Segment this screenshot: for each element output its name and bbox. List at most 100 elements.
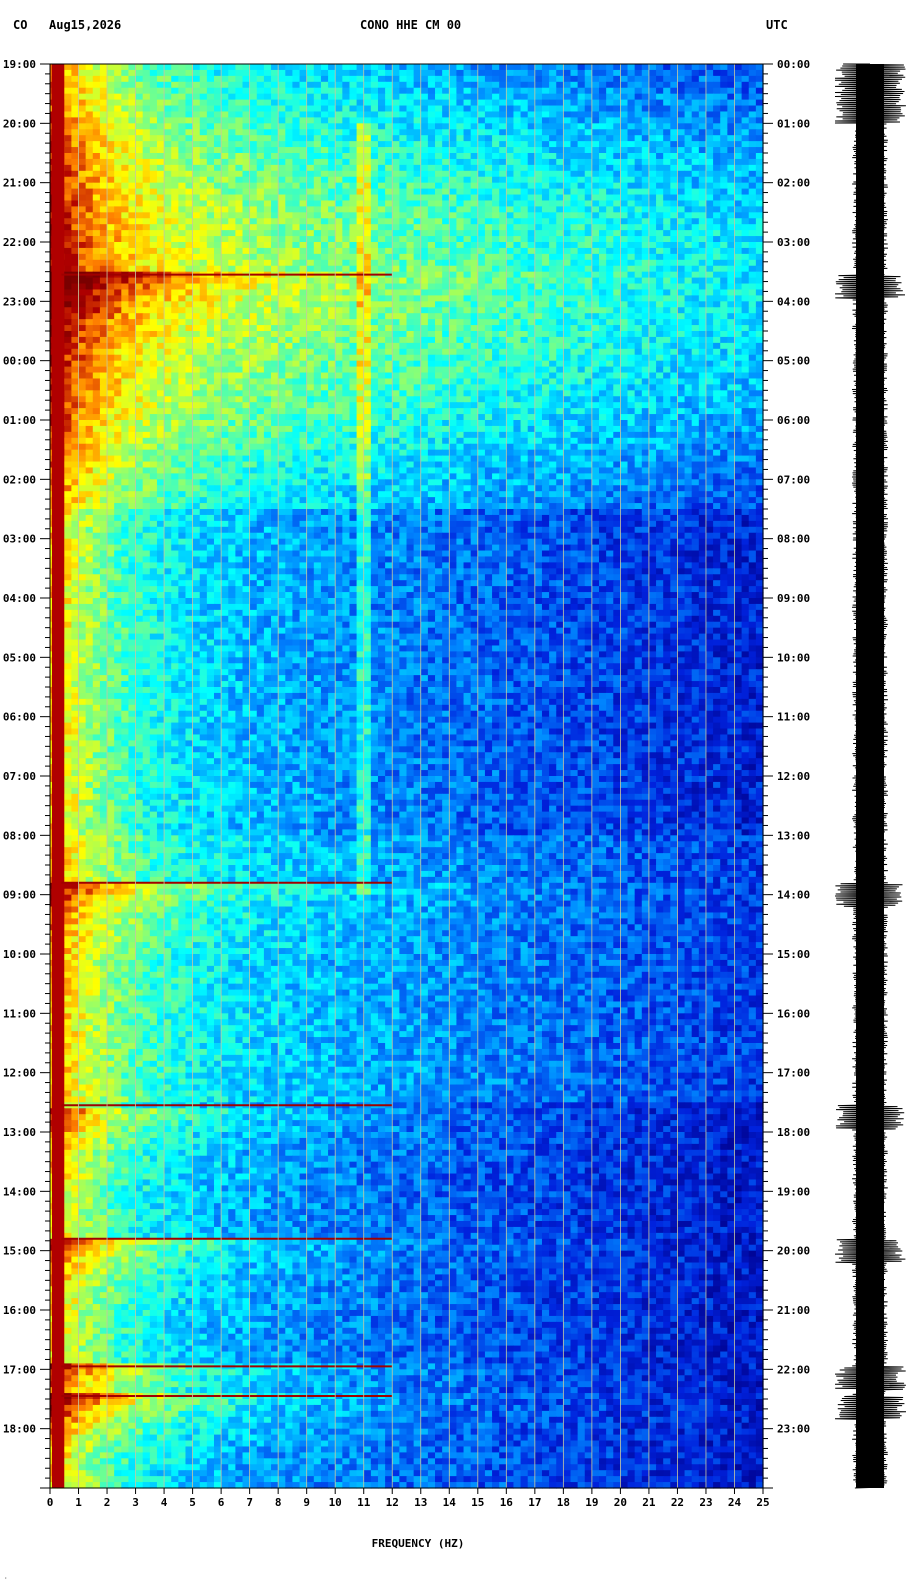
heatmap-cell: [556, 111, 564, 118]
heatmap-cell: [592, 100, 600, 107]
heatmap-cell: [677, 88, 685, 95]
heatmap-cell: [285, 313, 293, 320]
heatmap-cell: [456, 94, 464, 101]
heatmap-cell: [214, 278, 222, 285]
heatmap-cell: [228, 100, 236, 107]
heatmap-cell: [399, 278, 407, 285]
heatmap-cell: [178, 230, 186, 237]
heatmap-cell: [727, 218, 735, 225]
heatmap-cell: [628, 177, 636, 184]
heatmap-cell: [535, 349, 543, 356]
heatmap-cell: [435, 94, 443, 101]
heatmap-cell: [649, 100, 657, 107]
heatmap-cell: [150, 88, 158, 95]
heatmap-cell: [378, 153, 386, 160]
heatmap-cell: [471, 64, 479, 71]
heatmap-cell: [171, 301, 179, 308]
heatmap-cell: [649, 111, 657, 118]
heatmap-cell: [456, 319, 464, 326]
heatmap-cell: [485, 331, 493, 338]
heatmap-cell: [93, 301, 101, 308]
heatmap-cell: [414, 206, 422, 213]
heatmap-cell: [93, 284, 101, 291]
heatmap-cell: [663, 355, 671, 362]
heatmap-cell: [79, 111, 87, 118]
heatmap-cell: [335, 266, 343, 273]
heatmap-cell: [706, 94, 714, 101]
heatmap-cell: [371, 325, 379, 332]
heatmap-cell: [478, 64, 486, 71]
heatmap-cell: [620, 123, 628, 130]
heatmap-cell: [335, 76, 343, 83]
heatmap-cell: [570, 343, 578, 350]
heatmap-cell: [385, 129, 393, 136]
heatmap-cell: [727, 135, 735, 142]
heatmap-cell: [257, 343, 265, 350]
heatmap-cell: [506, 76, 514, 83]
heatmap-cell: [178, 331, 186, 338]
heatmap-cell: [271, 260, 279, 267]
heatmap-cell: [734, 64, 742, 71]
heatmap-cell: [692, 183, 700, 190]
heatmap-cell: [278, 82, 286, 89]
heatmap-cell: [606, 123, 614, 130]
heatmap-cell: [556, 147, 564, 154]
heatmap-cell: [307, 248, 315, 255]
heatmap-cell: [592, 88, 600, 95]
heatmap-cell: [171, 331, 179, 338]
heatmap-cell: [243, 331, 251, 338]
heatmap-cell: [143, 224, 151, 231]
heatmap-cell: [185, 349, 193, 356]
heatmap-cell: [378, 129, 386, 136]
heatmap-cell: [449, 260, 457, 267]
heatmap-cell: [357, 266, 365, 273]
heatmap-cell: [442, 82, 450, 89]
heatmap-cell: [442, 106, 450, 113]
heatmap-cell: [756, 171, 764, 178]
heatmap-cell: [628, 212, 636, 219]
heatmap-cell: [685, 106, 693, 113]
heatmap-cell: [150, 159, 158, 166]
heatmap-cell: [549, 82, 557, 89]
heatmap-cell: [749, 218, 757, 225]
heatmap-cell: [79, 82, 87, 89]
heatmap-cell: [456, 76, 464, 83]
heatmap-cell: [635, 147, 643, 154]
heatmap-cell: [335, 129, 343, 136]
heatmap-cell: [178, 236, 186, 243]
heatmap-cell: [250, 230, 258, 237]
heatmap-cell: [592, 284, 600, 291]
heatmap-cell: [93, 111, 101, 118]
heatmap-cell: [734, 129, 742, 136]
heatmap-cell: [335, 248, 343, 255]
heatmap-cell: [221, 147, 229, 154]
heatmap-cell: [250, 254, 258, 261]
heatmap-cell: [128, 295, 136, 302]
heatmap-cell: [243, 343, 251, 350]
heatmap-cell: [385, 94, 393, 101]
heatmap-cell: [713, 343, 721, 350]
heatmap-cell: [292, 177, 300, 184]
heatmap-cell: [435, 295, 443, 302]
heatmap-cell: [449, 123, 457, 130]
heatmap-cell: [585, 212, 593, 219]
heatmap-cell: [485, 123, 493, 130]
heatmap-cell: [549, 94, 557, 101]
heatmap-cell: [535, 200, 543, 207]
heatmap-cell: [692, 278, 700, 285]
heatmap-cell: [685, 272, 693, 279]
heatmap-cell: [592, 123, 600, 130]
heatmap-cell: [685, 289, 693, 296]
heatmap-cell: [513, 206, 521, 213]
heatmap-cell: [292, 106, 300, 113]
heatmap-cell: [742, 200, 750, 207]
heatmap-cell: [321, 301, 329, 308]
heatmap-cell: [414, 224, 422, 231]
heatmap-cell: [756, 106, 764, 113]
heatmap-cell: [414, 171, 422, 178]
heatmap-cell: [243, 177, 251, 184]
heatmap-cell: [734, 117, 742, 124]
heatmap-cell: [228, 183, 236, 190]
heatmap-cell: [250, 224, 258, 231]
heatmap-cell: [635, 206, 643, 213]
